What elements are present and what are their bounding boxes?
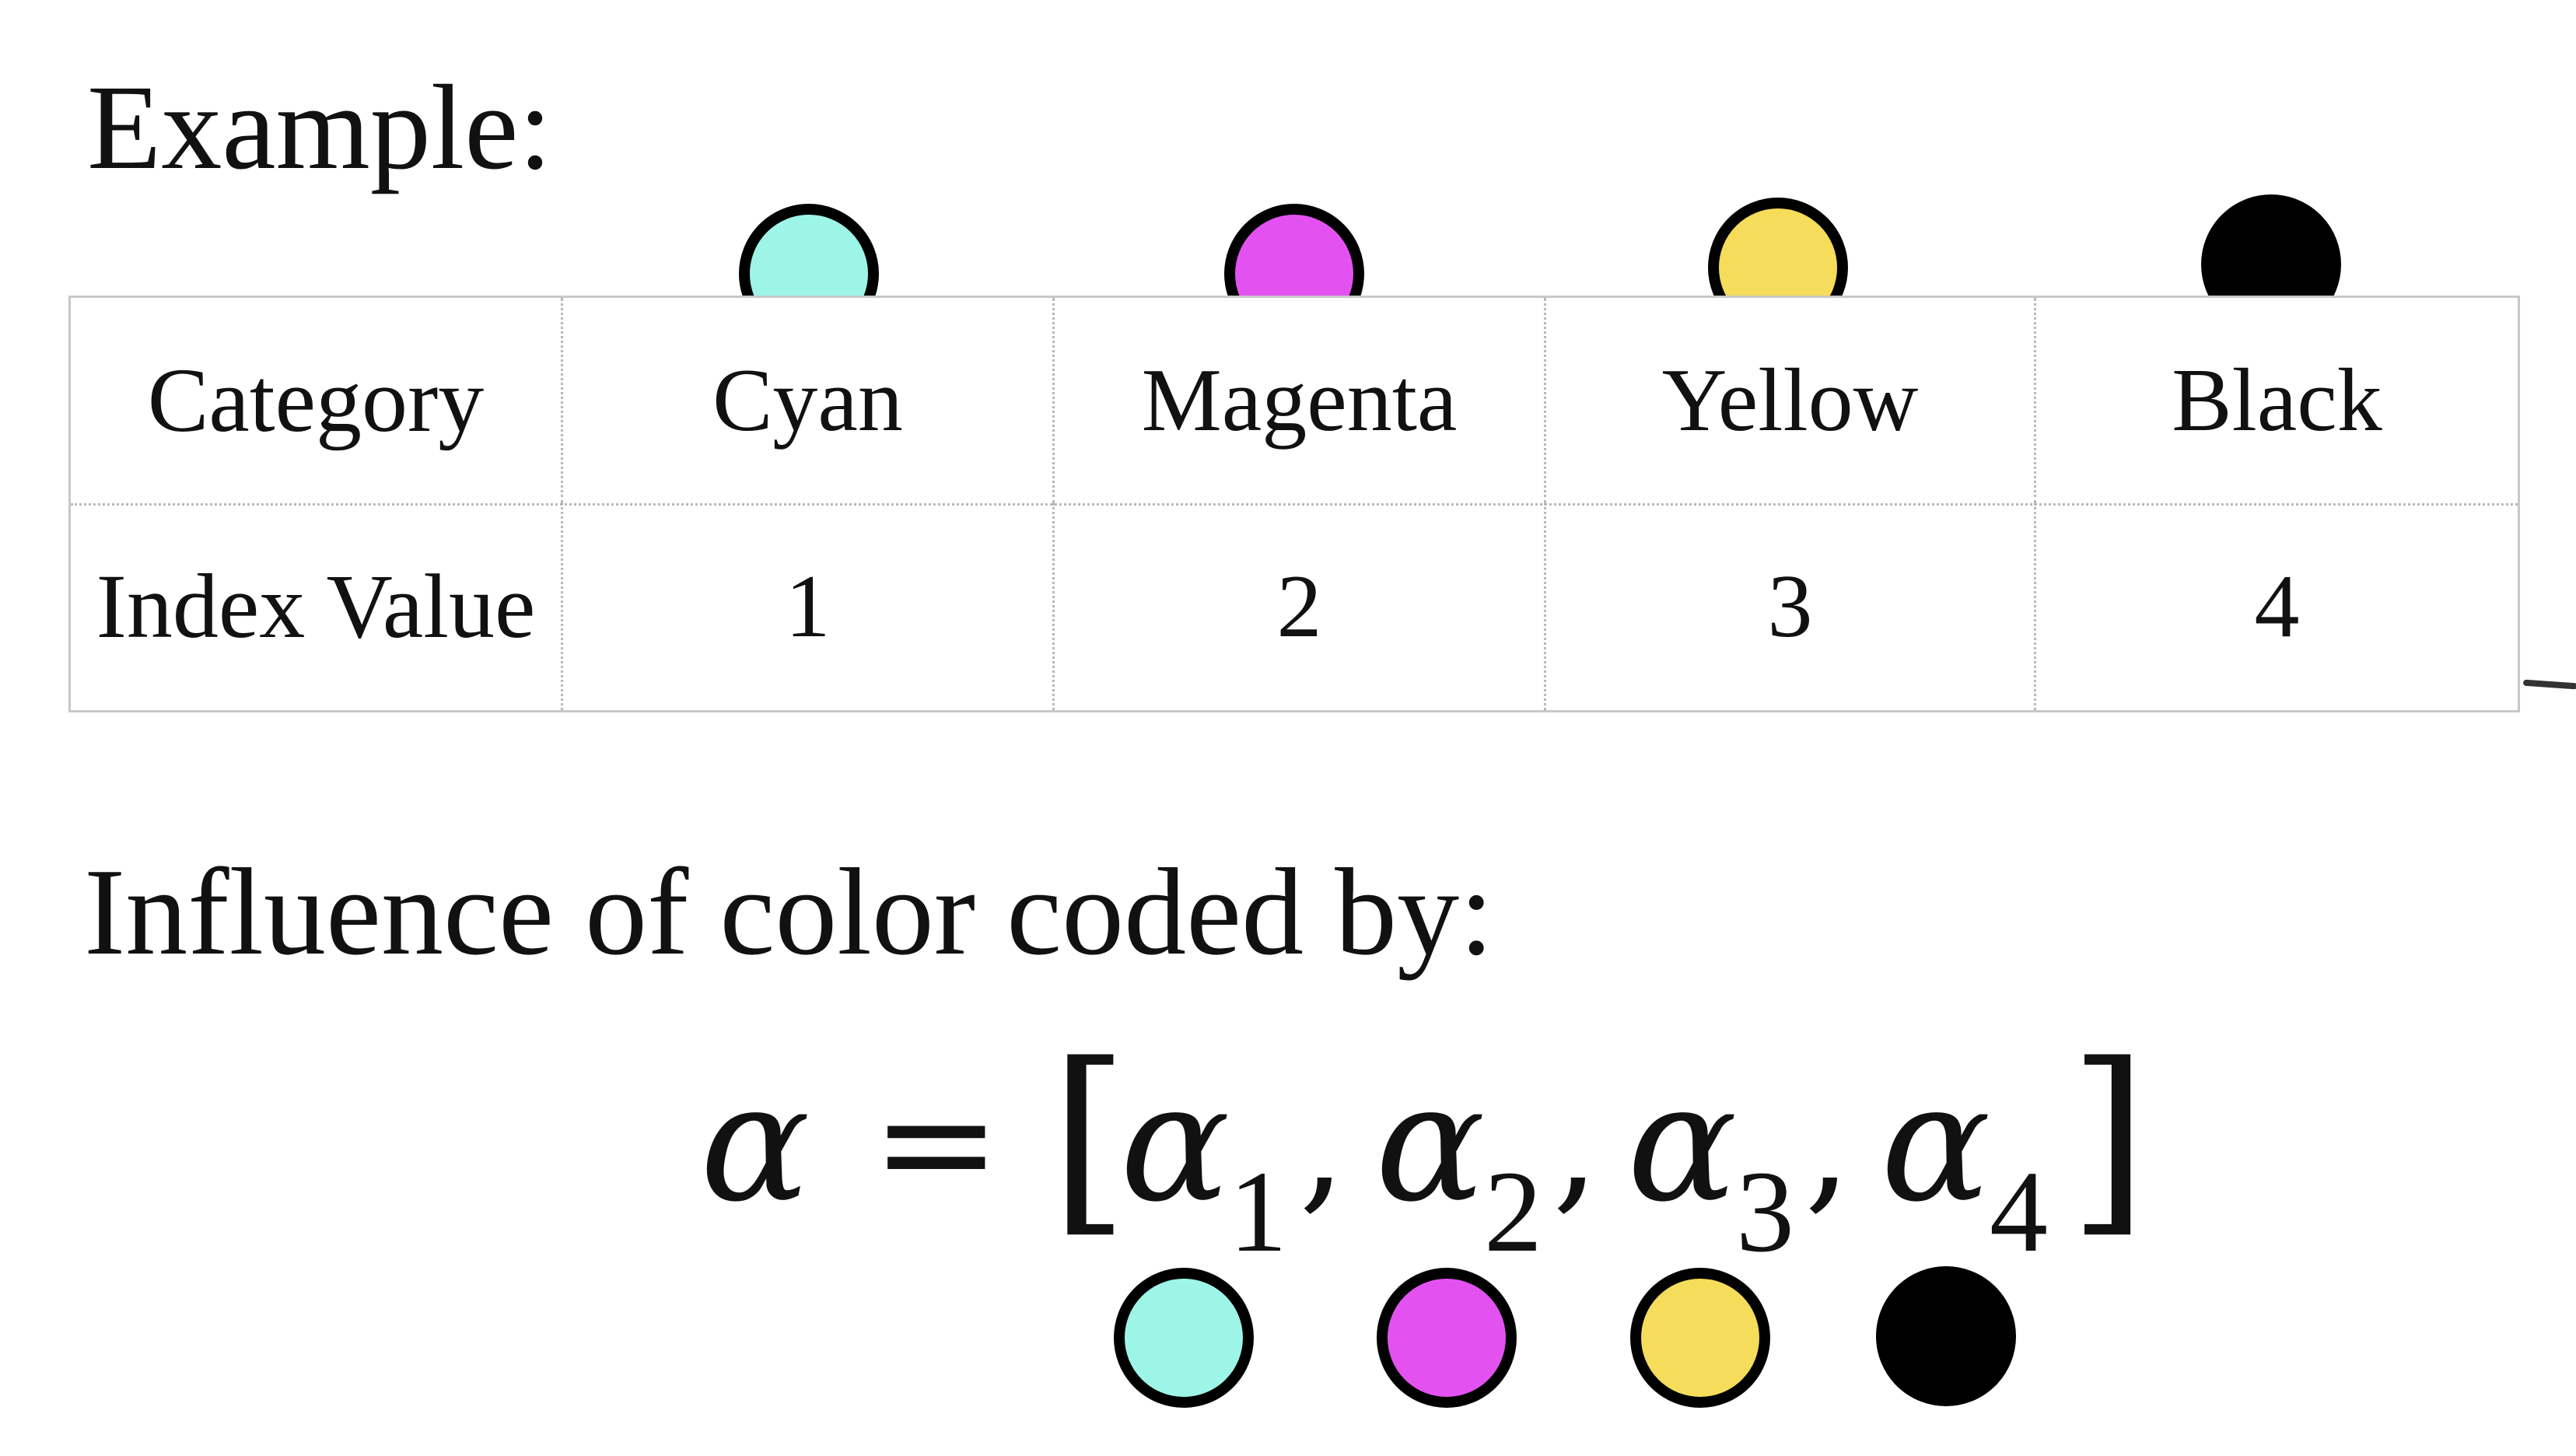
influence-heading: Influence of color coded by:	[84, 842, 1494, 981]
formula-comma: ,	[1552, 1057, 1600, 1229]
swatch-black-icon	[1876, 1266, 2016, 1406]
formula-lhs-alpha: α	[700, 1048, 810, 1238]
swatch-cyan-icon	[1114, 1268, 1254, 1408]
category-cell: Magenta	[1052, 298, 1544, 503]
index-value-cell: 2	[1052, 503, 1544, 710]
formula-alpha-3: α	[1627, 1048, 1738, 1238]
formula-alpha-2: α	[1375, 1048, 1486, 1238]
formula-subscript-1: 1	[1229, 1147, 1287, 1276]
swatch-magenta-icon	[1377, 1268, 1517, 1408]
formula-equals: =	[871, 1052, 1002, 1234]
swatch-yellow-icon	[1630, 1268, 1770, 1408]
row-label-category: Category	[147, 349, 485, 451]
formula-subscript-3: 3	[1736, 1147, 1794, 1276]
index-value-cell: 4	[2034, 503, 2518, 710]
formula-subscript-2: 2	[1484, 1147, 1542, 1276]
formula-comma: ,	[1804, 1057, 1852, 1229]
row-label-index-value: Index Value	[96, 555, 536, 657]
category-cell: Black	[2034, 298, 2518, 503]
index-value-cell: 1	[561, 503, 1052, 710]
category-cell: Cyan	[561, 298, 1052, 503]
example-heading: Example:	[87, 60, 552, 194]
formula-alpha-4: α	[1881, 1048, 1991, 1238]
formula-comma: ,	[1299, 1057, 1346, 1229]
table-row: Category Cyan Magenta Yellow Black	[71, 298, 2518, 506]
table-row: Index Value 1 2 3 4	[71, 503, 2518, 710]
formula-subscript-4: 4	[1990, 1147, 2048, 1276]
formula-alpha-1: α	[1120, 1048, 1230, 1238]
index-value-cell: 3	[1544, 503, 2034, 710]
formula-open-bracket: [	[1050, 1021, 1129, 1256]
formula-close-bracket: ]	[2069, 1021, 2148, 1256]
edge-connector-line	[2522, 679, 2576, 690]
category-index-table: Category Cyan Magenta Yellow Black Index…	[68, 296, 2520, 712]
category-cell: Yellow	[1544, 298, 2034, 503]
